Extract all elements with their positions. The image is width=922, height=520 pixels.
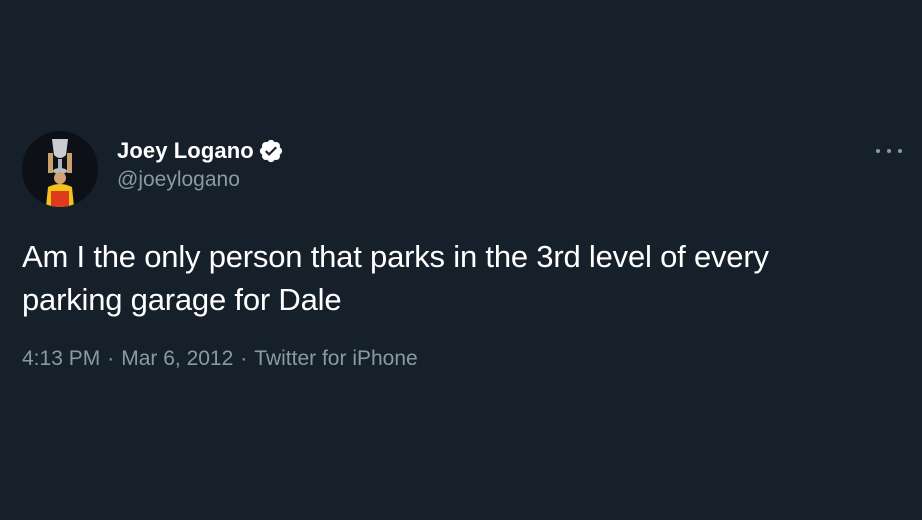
more-dot-icon: [887, 149, 891, 153]
more-dot-icon: [876, 149, 880, 153]
avatar-image: [22, 131, 98, 207]
avatar[interactable]: [22, 131, 98, 207]
tweet-text: Am I the only person that parks in the 3…: [22, 235, 902, 321]
tweet-date[interactable]: Mar 6, 2012: [121, 347, 233, 371]
separator-dot: ·: [107, 347, 115, 370]
author-block: Joey Logano @joeylogano: [117, 136, 284, 192]
tweet-text-line: parking garage for Dale: [22, 282, 342, 317]
tweet-text-line: Am I the only person that parks in the 3…: [22, 239, 769, 274]
tweet-metadata: 4:13 PM · Mar 6, 2012 · Twitter for iPho…: [22, 347, 418, 371]
more-dot-icon: [898, 149, 902, 153]
verified-badge-icon: [258, 138, 284, 164]
tweet-source[interactable]: Twitter for iPhone: [254, 347, 417, 371]
author-display-name[interactable]: Joey Logano: [117, 138, 254, 164]
tweet-time[interactable]: 4:13 PM: [22, 347, 100, 371]
more-options-button[interactable]: [876, 141, 902, 161]
tweet-card: Joey Logano @joeylogano Am I the only pe…: [0, 0, 922, 520]
author-handle[interactable]: @joeylogano: [117, 168, 284, 192]
author-name-row: Joey Logano: [117, 136, 284, 166]
separator-dot: ·: [240, 347, 248, 370]
